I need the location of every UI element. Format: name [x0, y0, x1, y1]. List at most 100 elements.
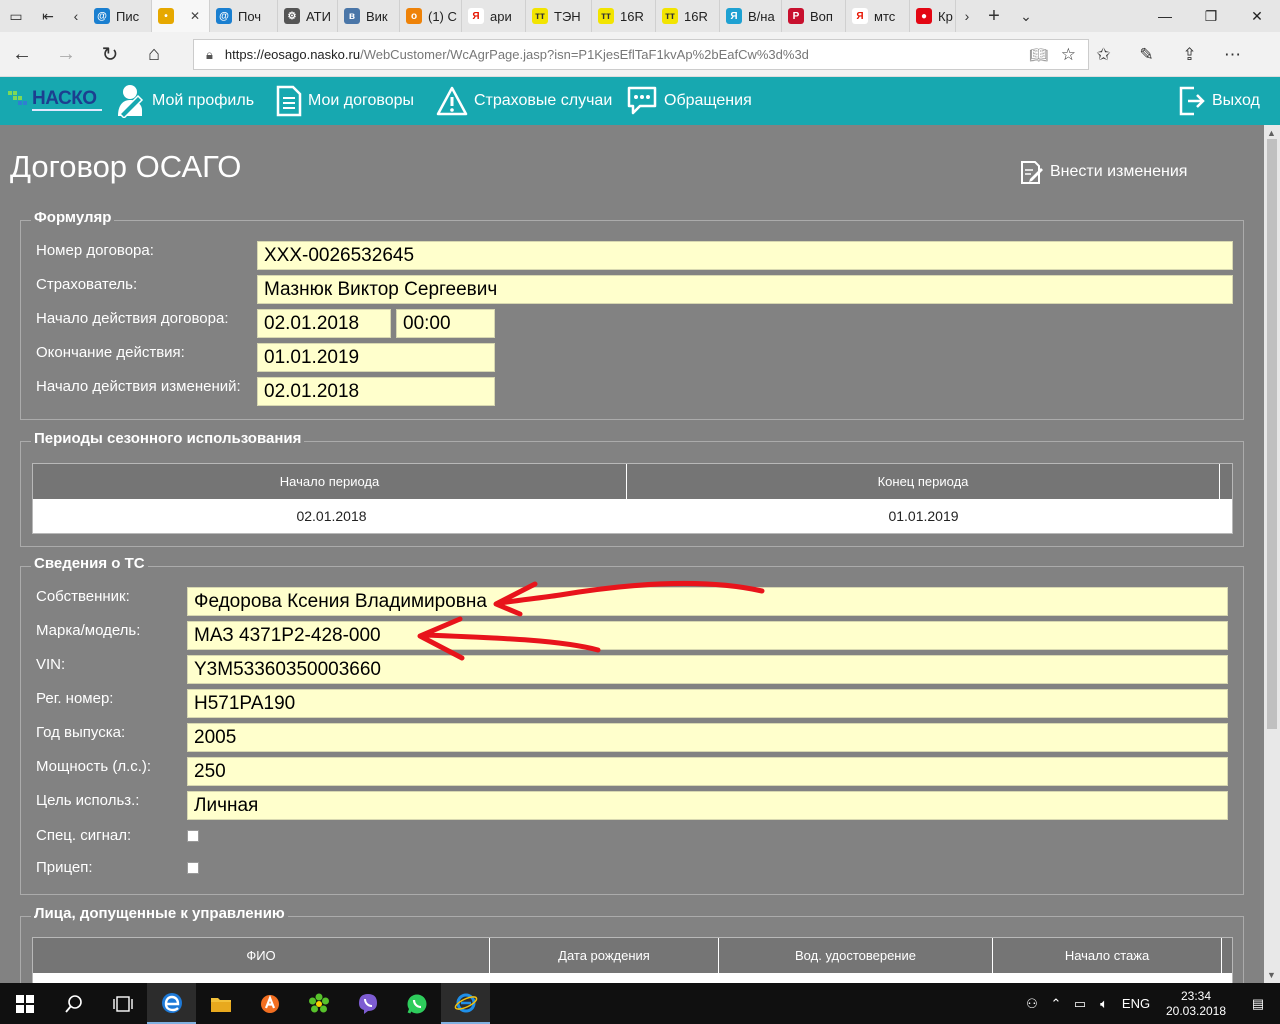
task-view-icon[interactable]	[98, 983, 147, 1024]
whatsapp-icon[interactable]	[392, 983, 441, 1024]
lang-indicator[interactable]: ENG	[1116, 996, 1156, 1011]
favorite-star-icon[interactable]: ☆	[1061, 45, 1076, 65]
logout-button[interactable]: Выход	[1178, 77, 1260, 125]
table-cell: 02.01.2018	[296, 507, 367, 524]
tabs-scroll-right-icon[interactable]: ›	[956, 0, 978, 32]
tab-label: Вик	[366, 8, 388, 24]
special-signal-checkbox[interactable]	[187, 830, 199, 842]
contract-start-time-field[interactable]: 00:00	[396, 309, 495, 338]
make-changes-button[interactable]: Внести изменения	[1020, 159, 1187, 185]
browser-tab[interactable]: • ✕	[152, 0, 210, 32]
clock[interactable]: 23:34 20.03.2018	[1156, 989, 1236, 1019]
purpose-field[interactable]: Личная	[187, 791, 1228, 820]
new-tab-icon[interactable]: +	[978, 0, 1010, 32]
search-icon[interactable]	[49, 983, 98, 1024]
set-aside-tabs-icon[interactable]: ⇤	[32, 0, 64, 32]
vin-field[interactable]: Y3M53360350003660	[187, 655, 1228, 684]
forward-arrow-icon[interactable]: →	[44, 32, 88, 77]
back-arrow-icon[interactable]: ←	[0, 32, 44, 77]
reg-number-field[interactable]: Н571РА190	[187, 689, 1228, 718]
close-window-icon[interactable]: ✕	[1234, 0, 1280, 32]
browser-tab[interactable]: Я В/на	[720, 0, 782, 32]
web-note-pen-icon[interactable]: ✎	[1125, 32, 1168, 77]
insurer-field[interactable]: Мазнюк Виктор Сергеевич	[257, 275, 1233, 304]
restore-icon[interactable]: ❐	[1188, 0, 1234, 32]
browser-tab[interactable]: в Вик	[338, 0, 400, 32]
nav-my-contracts[interactable]: Мои договоры	[276, 77, 414, 125]
tab-preview-icon[interactable]: ▭	[0, 0, 32, 32]
model-field[interactable]: МАЗ 4371Р2-428-000	[187, 621, 1228, 650]
contract-start-date-field[interactable]: 02.01.2018	[257, 309, 391, 338]
minimize-icon[interactable]: —	[1142, 0, 1188, 32]
edit-document-icon	[1021, 161, 1043, 184]
changes-start-label: Начало действия изменений:	[36, 378, 241, 395]
column-header-birth-date[interactable]: Дата рождения	[490, 938, 719, 973]
windows-start-icon[interactable]	[0, 983, 49, 1024]
url-path: /WebCustomer/WcAgrPage.jasp?isn=P1KjesEf…	[360, 47, 809, 62]
more-dots-icon[interactable]: ⋯	[1211, 32, 1254, 77]
icq-flower-icon[interactable]	[294, 983, 343, 1024]
close-tab-icon[interactable]: ✕	[190, 9, 200, 23]
owner-label: Собственник:	[36, 588, 130, 605]
share-icon[interactable]: ⇪	[1168, 32, 1211, 77]
power-field[interactable]: 250	[187, 757, 1228, 786]
avast-icon[interactable]	[245, 983, 294, 1024]
browser-tab[interactable]: ● Кр	[910, 0, 956, 32]
scrollbar-thumb[interactable]	[1267, 139, 1277, 729]
browser-tab[interactable]: Яари	[462, 0, 526, 32]
changes-start-date-field[interactable]: 02.01.2018	[257, 377, 495, 406]
model-label: Марка/модель:	[36, 622, 141, 639]
browser-tab[interactable]: Р Воп	[782, 0, 846, 32]
nav-insurance-cases[interactable]: Страховые случаи	[436, 77, 612, 125]
reading-view-icon[interactable]: 📖︎	[1029, 46, 1048, 64]
nav-label: Обращения	[664, 92, 752, 109]
browser-tab[interactable]: тт 16R	[656, 0, 720, 32]
browser-tab[interactable]: ⚙ АТИ	[278, 0, 338, 32]
nav-appeals[interactable]: Обращения	[626, 77, 752, 125]
volume-icon[interactable]: 🔈︎	[1092, 996, 1116, 1012]
tabs-scroll-left-icon[interactable]: ‹	[64, 0, 88, 32]
year-field[interactable]: 2005	[187, 723, 1228, 752]
owner-field[interactable]: Федорова Ксения Владимировна	[187, 587, 1228, 616]
viber-icon[interactable]	[343, 983, 392, 1024]
edge-taskbar-icon[interactable]	[147, 983, 196, 1024]
tab-favicon-icon: тт	[598, 8, 614, 24]
table-cell: 01.01.2019	[888, 507, 959, 524]
scroll-up-icon[interactable]: ▲	[1267, 128, 1276, 138]
column-header-license[interactable]: Вод. удостоверение	[719, 938, 993, 973]
url-input[interactable]: 🔒︎ https://eosago.nasko.ru/WebCustomer/W…	[193, 39, 1089, 70]
home-icon[interactable]: ⌂	[132, 32, 176, 77]
tab-favicon-icon: о	[406, 8, 422, 24]
vehicle-legend: Сведения о ТС	[31, 555, 148, 572]
tab-label: Пис	[116, 8, 140, 24]
notifications-icon[interactable]: ▤	[1236, 996, 1280, 1012]
people-icon[interactable]: ⚇	[1020, 996, 1044, 1012]
power-label: Мощность (л.с.):	[36, 758, 152, 775]
tab-list-chevron-down-icon[interactable]: ⌄	[1010, 0, 1042, 32]
browser-tab[interactable]: Ямтс	[846, 0, 910, 32]
trailer-checkbox[interactable]	[187, 862, 199, 874]
page-scrollbar[interactable]: ▲ ▼	[1264, 125, 1280, 983]
browser-tab[interactable]: о (1) С	[400, 0, 462, 32]
scroll-down-icon[interactable]: ▼	[1267, 970, 1276, 980]
contract-end-date-field[interactable]: 01.01.2019	[257, 343, 495, 372]
nasko-logo[interactable]: НАСКО	[8, 85, 102, 115]
file-explorer-icon[interactable]	[196, 983, 245, 1024]
drivers-legend: Лица, допущенные к управлению	[31, 905, 288, 922]
column-header-full-name[interactable]: ФИО	[33, 938, 490, 973]
browser-tab[interactable]: @ Пис	[88, 0, 152, 32]
browser-tab[interactable]: тт 16R	[592, 0, 656, 32]
refresh-icon[interactable]: ↻	[88, 32, 132, 77]
column-header-period-end[interactable]: Конец периода	[627, 464, 1220, 499]
tray-chevron-up-icon[interactable]: ⌃	[1044, 996, 1068, 1012]
internet-explorer-icon[interactable]	[441, 983, 490, 1024]
network-icon[interactable]: ▭	[1068, 996, 1092, 1012]
column-header-experience-start[interactable]: Начало стажа	[993, 938, 1222, 973]
column-header-period-start[interactable]: Начало периода	[33, 464, 627, 499]
browser-tab[interactable]: тт ТЭН	[526, 0, 592, 32]
nav-my-profile[interactable]: Мой профиль	[116, 77, 254, 125]
system-tray: ⚇ ⌃ ▭ 🔈︎ ENG 23:34 20.03.2018 ▤	[1020, 983, 1280, 1024]
contract-number-field[interactable]: XXX-0026532645	[257, 241, 1233, 270]
favorites-hub-icon[interactable]: ✩	[1082, 32, 1125, 77]
browser-tab[interactable]: @ Поч	[210, 0, 278, 32]
